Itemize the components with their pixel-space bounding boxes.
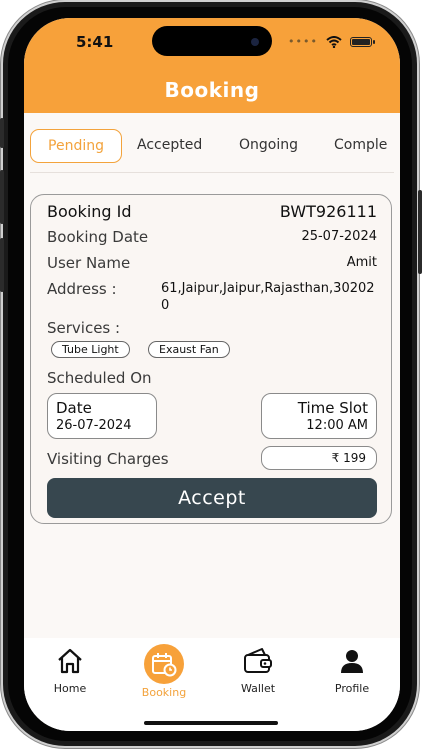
date-box: Date 26-07-2024 bbox=[47, 393, 157, 439]
address-label: Address : bbox=[47, 280, 117, 298]
nav-profile-label: Profile bbox=[334, 682, 370, 695]
services-label: Services : bbox=[47, 319, 121, 337]
service-chip-tube-light: Tube Light bbox=[51, 341, 130, 358]
nav-profile[interactable]: Profile bbox=[317, 646, 387, 695]
date-label: Date bbox=[56, 399, 92, 417]
wallet-icon bbox=[244, 648, 272, 673]
time-slot-label: Time Slot bbox=[297, 399, 368, 417]
calendar-icon bbox=[152, 653, 177, 677]
nav-home-label: Home bbox=[53, 682, 87, 695]
mute-switch bbox=[0, 118, 4, 148]
visiting-charges-label: Visiting Charges bbox=[47, 450, 169, 468]
volume-down-button bbox=[0, 238, 4, 292]
nav-wallet[interactable]: Wallet bbox=[223, 646, 293, 695]
tab-ongoing[interactable]: Ongoing bbox=[239, 129, 298, 161]
time-slot-box: Time Slot 12:00 AM bbox=[261, 393, 377, 439]
status-time: 5:41 bbox=[76, 33, 114, 51]
scheduled-on-label: Scheduled On bbox=[47, 369, 152, 387]
app-header: 5:41 •••• Booking bbox=[24, 18, 400, 113]
status-icons: •••• bbox=[288, 35, 375, 48]
booking-id-label: Booking Id bbox=[47, 202, 132, 221]
camera-icon bbox=[251, 38, 259, 46]
bottom-nav: Home Booking Wallet Profile bbox=[24, 638, 400, 731]
user-name-value: Amit bbox=[346, 255, 377, 270]
wifi-icon bbox=[326, 35, 342, 48]
nav-home[interactable]: Home bbox=[35, 646, 105, 695]
date-value: 26-07-2024 bbox=[56, 418, 132, 433]
user-name-label: User Name bbox=[47, 254, 131, 272]
nav-booking-label: Booking bbox=[141, 686, 187, 699]
visiting-charges-box: ₹ 199 bbox=[261, 446, 377, 470]
power-button bbox=[418, 190, 422, 274]
tabs-divider bbox=[30, 172, 394, 173]
home-indicator bbox=[144, 721, 278, 725]
visiting-charges-value: ₹ 199 bbox=[331, 451, 366, 465]
page-title: Booking bbox=[164, 78, 260, 102]
tab-completed[interactable]: Comple bbox=[334, 129, 387, 161]
accept-button[interactable]: Accept bbox=[47, 478, 377, 518]
app-screen: 5:41 •••• Booking Pending Accepted Ongoi… bbox=[24, 18, 400, 731]
nav-booking[interactable]: Booking bbox=[129, 644, 199, 699]
signal-icon: •••• bbox=[288, 35, 318, 48]
tab-accepted[interactable]: Accepted bbox=[137, 129, 202, 161]
tab-pending[interactable]: Pending bbox=[30, 129, 122, 163]
booking-id-value: BWT926111 bbox=[279, 202, 377, 221]
booking-date-value: 25-07-2024 bbox=[301, 229, 377, 244]
volume-up-button bbox=[0, 170, 4, 224]
person-icon bbox=[341, 650, 363, 673]
booking-tabs: Pending Accepted Ongoing Comple bbox=[30, 129, 400, 163]
home-icon bbox=[58, 648, 82, 674]
service-chip-exaust-fan: Exaust Fan bbox=[148, 341, 230, 358]
address-value: 61,Jaipur,Jaipur,Rajasthan,302020 bbox=[161, 281, 375, 313]
booking-date-label: Booking Date bbox=[47, 228, 149, 246]
battery-icon bbox=[350, 36, 375, 47]
nav-booking-badge bbox=[144, 644, 184, 684]
time-slot-value: 12:00 AM bbox=[306, 418, 368, 433]
nav-wallet-label: Wallet bbox=[240, 682, 276, 695]
booking-card: Booking Id BWT926111 Booking Date 25-07-… bbox=[30, 194, 392, 524]
